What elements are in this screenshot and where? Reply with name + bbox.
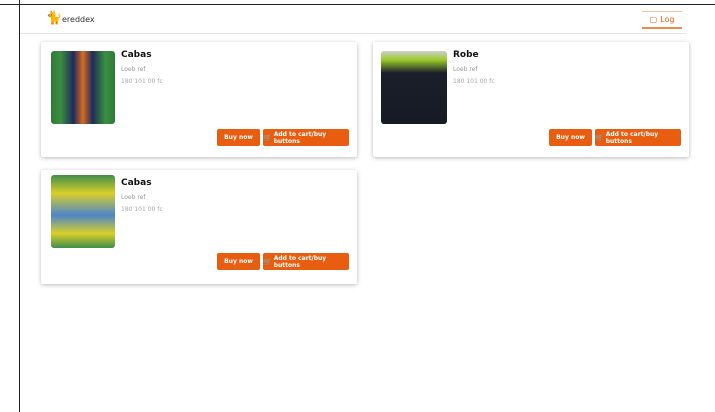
buy-now-button[interactable]: Buy now [217,129,260,146]
product-image[interactable] [51,51,115,124]
logo[interactable]: 🐈 ereddex [46,11,95,26]
product-subtitle: Loeb ref [453,66,478,73]
buy-now-label: Buy now [224,258,253,265]
add-to-cart-button[interactable]: 🛒 Add to cart/buy buttons [263,253,349,270]
cart-icon: 🛒 [263,257,272,266]
buy-now-button[interactable]: Buy now [217,253,260,270]
buy-now-button[interactable]: Buy now [549,129,592,146]
product-subtitle: Loeb ref [121,66,146,73]
product-image[interactable] [381,51,447,124]
add-to-cart-label: Add to cart/buy buttons [273,254,327,269]
product-name[interactable]: Cabas [121,50,152,60]
product-price: 180 101 00 fc [453,78,495,85]
buy-now-label: Buy now [224,134,253,141]
add-to-cart-label: Add to cart/buy buttons [605,130,659,145]
cat-logo-icon: 🐈 [46,11,63,26]
header-divider [20,33,686,34]
product-name[interactable]: Cabas [121,178,152,188]
logo-text: ereddex [62,14,95,24]
buy-now-label: Buy now [556,134,585,141]
add-to-cart-button[interactable]: 🛒 Add to cart/buy buttons [263,129,349,146]
add-to-cart-label: Add to cart/buy buttons [273,130,327,145]
product-card: Robe Loeb ref 180 101 00 fc Buy now 🛒 Ad… [373,42,689,157]
cart-icon: 🛒 [595,133,604,142]
product-image[interactable] [51,175,115,248]
product-name[interactable]: Robe [453,50,479,60]
product-card: Cabas Loeb ref 180 101 00 fc Buy now 🛒 A… [41,170,357,284]
product-subtitle: Loeb ref [121,194,146,201]
login-button[interactable]: ▢ Log [642,11,682,29]
product-price: 180 101 00 fc [121,206,163,213]
product-card: Cabas Loeb ref 180 101 00 fc Buy now 🛒 A… [41,42,357,157]
login-label: Log [660,15,675,24]
header: 🐈 ereddex ▢ Log [20,5,715,35]
frame-left-border [19,0,20,412]
add-to-cart-button[interactable]: 🛒 Add to cart/buy buttons [595,129,681,146]
login-icon: ▢ [649,15,658,24]
cart-icon: 🛒 [263,133,272,142]
product-price: 180 101 00 fc [121,78,163,85]
